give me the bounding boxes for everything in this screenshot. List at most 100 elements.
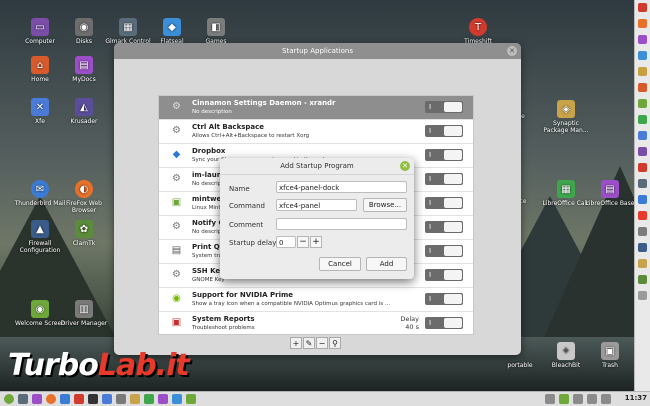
tray-icon[interactable] xyxy=(559,394,569,404)
app-icon[interactable] xyxy=(638,99,647,108)
app-icon[interactable] xyxy=(638,179,647,188)
edit-button[interactable]: ✎ xyxy=(303,337,315,349)
list-item[interactable]: ◉ Support for NVIDIA Prime Show a tray i… xyxy=(159,288,473,312)
app-icon[interactable] xyxy=(638,131,647,140)
database-icon: ▤ xyxy=(601,180,619,198)
desktop-icon-libreoffice-base[interactable]: ▤ LibreOffice Base xyxy=(584,180,636,207)
list-item[interactable]: ⚙ Cinnamon Settings Daemon - xrandr No d… xyxy=(159,96,473,120)
toggle-switch[interactable]: I xyxy=(425,149,463,161)
volume-icon[interactable] xyxy=(587,394,597,404)
window-title: Startup Applications xyxy=(114,43,521,59)
run-now-button[interactable]: ⚲ xyxy=(329,337,341,349)
browse-button[interactable]: Browse... xyxy=(363,198,407,212)
list-item[interactable]: ▣ System Reports Troubleshoot problems D… xyxy=(159,312,473,335)
remove-button[interactable]: − xyxy=(316,337,328,349)
close-icon[interactable]: ✕ xyxy=(400,161,410,171)
toggle-switch[interactable]: I xyxy=(425,101,463,113)
name-label: Name xyxy=(229,185,250,193)
computer-icon: ▭ xyxy=(31,18,49,36)
close-icon[interactable]: ✕ xyxy=(507,46,517,56)
files-icon[interactable] xyxy=(102,394,112,404)
report-icon: ▣ xyxy=(171,317,182,328)
app-icon[interactable] xyxy=(638,163,647,172)
spreadsheet-icon: ▦ xyxy=(557,180,575,198)
gears-icon: ⚙ xyxy=(172,173,181,184)
app-icon[interactable] xyxy=(638,51,647,60)
app-launcher-icon[interactable] xyxy=(144,394,154,404)
gears-icon: ⚙ xyxy=(172,269,181,280)
desktop-icon-clamtk[interactable]: ✿ ClamTk xyxy=(58,220,110,247)
add-button[interactable]: + xyxy=(290,337,302,349)
firefox-icon[interactable] xyxy=(46,394,56,404)
toggle-switch[interactable]: I xyxy=(425,173,463,185)
gears-icon: ⚙ xyxy=(172,221,181,232)
desktop-icon-firefox[interactable]: ◐ FireFox Web Browser xyxy=(58,180,110,214)
driver-icon: ▥ xyxy=(75,300,93,318)
trash-icon: ▣ xyxy=(601,342,619,360)
app-icon[interactable] xyxy=(638,227,647,236)
increment-button[interactable]: + xyxy=(310,236,322,248)
app-launcher-icon[interactable] xyxy=(32,394,42,404)
terminal-icon[interactable] xyxy=(88,394,98,404)
app-launcher-icon[interactable] xyxy=(116,394,126,404)
mail-icon: ✉ xyxy=(31,180,49,198)
clock[interactable]: 11:37 xyxy=(625,394,647,402)
show-desktop-icon[interactable] xyxy=(18,394,28,404)
synaptic-icon: ◈ xyxy=(557,100,575,118)
network-icon[interactable] xyxy=(573,394,583,404)
mail-icon[interactable] xyxy=(60,394,70,404)
app-icon[interactable] xyxy=(638,3,647,12)
toggle-switch[interactable]: I xyxy=(425,317,463,329)
toggle-switch[interactable]: I xyxy=(425,221,463,233)
comment-field[interactable] xyxy=(276,218,407,230)
app-launcher-icon[interactable] xyxy=(186,394,196,404)
desktop-icon-synaptic[interactable]: ◈ Synaptic Package Man... xyxy=(540,100,592,134)
app-icon[interactable] xyxy=(638,67,647,76)
desktop-icon-timeshift[interactable]: T Timeshift xyxy=(452,18,504,45)
app-icon[interactable] xyxy=(638,275,647,284)
toggle-switch[interactable]: I xyxy=(425,197,463,209)
app-icon[interactable] xyxy=(638,291,647,300)
mint-icon: ◉ xyxy=(31,300,49,318)
desktop-icon-driver-manager[interactable]: ▥ Driver Manager xyxy=(58,300,110,327)
toggle-switch[interactable]: I xyxy=(425,269,463,281)
firefox-icon: ◐ xyxy=(75,180,93,198)
toggle-switch[interactable]: I xyxy=(425,125,463,137)
desktop-icon-krusader[interactable]: ◭ Krusader xyxy=(58,98,110,125)
cancel-button[interactable]: Cancel xyxy=(319,257,361,271)
toggle-switch[interactable]: I xyxy=(425,245,463,257)
desktop-icon-partial[interactable]: portable xyxy=(500,362,540,369)
app-launcher-icon[interactable] xyxy=(130,394,140,404)
app-icon[interactable] xyxy=(638,243,647,252)
app-icon[interactable] xyxy=(638,195,647,204)
command-label: Command xyxy=(229,202,265,210)
tray-icon[interactable] xyxy=(545,394,555,404)
app-icon[interactable] xyxy=(638,259,647,268)
list-item[interactable]: ⚙ Ctrl Alt Backspace Allows Ctrl+Alt+Bac… xyxy=(159,120,473,144)
glmark-icon: ▦ xyxy=(119,18,137,36)
desktop-icon-trash[interactable]: ▣ Trash xyxy=(584,342,636,369)
app-icon[interactable] xyxy=(638,211,647,220)
app-icon[interactable] xyxy=(638,147,647,156)
app-icon[interactable] xyxy=(638,35,647,44)
startup-delay-field[interactable]: 0 xyxy=(276,236,296,248)
disks-icon: ◉ xyxy=(75,18,93,36)
name-field[interactable]: xfce4-panel-dock xyxy=(276,181,407,193)
command-field[interactable]: xfce4-panel xyxy=(276,199,357,211)
desktop-icon-games[interactable]: ◧ Games xyxy=(190,18,242,45)
menu-icon[interactable] xyxy=(4,394,14,404)
desktop-icon-mydocs[interactable]: ▤ MyDocs xyxy=(58,56,110,83)
app-launcher-icon[interactable] xyxy=(172,394,182,404)
app-launcher-icon[interactable] xyxy=(158,394,168,404)
app-icon[interactable] xyxy=(638,115,647,124)
turbolab-watermark: TurboLab.it xyxy=(8,348,190,383)
battery-icon[interactable] xyxy=(601,394,611,404)
add-button[interactable]: Add xyxy=(366,257,407,271)
app-launcher-icon[interactable] xyxy=(74,394,84,404)
clamtk-icon: ✿ xyxy=(75,220,93,238)
decrement-button[interactable]: − xyxy=(297,236,309,248)
app-icon[interactable] xyxy=(638,83,647,92)
list-toolbar: + ✎ − ⚲ xyxy=(290,337,346,349)
app-icon[interactable] xyxy=(638,19,647,28)
toggle-switch[interactable]: I xyxy=(425,293,463,305)
